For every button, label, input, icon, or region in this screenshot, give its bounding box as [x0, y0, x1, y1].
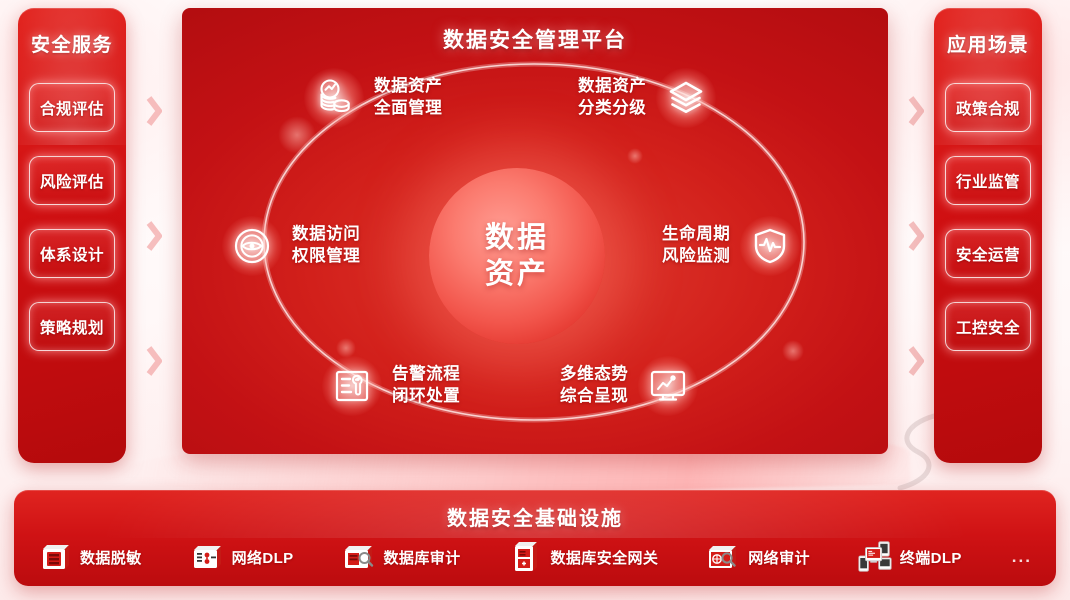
bokeh-dot — [336, 338, 356, 358]
db-gateway-icon — [509, 541, 543, 573]
application-scenarios-title: 应用场景 — [946, 35, 1029, 56]
node-label: 告警流程 闭环处置 — [392, 365, 461, 405]
infra-label: 网络审计 — [748, 549, 810, 567]
node-situation-awareness[interactable]: 多维态势 综合呈现 — [560, 356, 699, 416]
chevron-right-icon — [908, 346, 924, 376]
node-label: 数据资产 全面管理 — [374, 77, 443, 117]
node-asset-management[interactable]: 数据资产 全面管理 — [304, 68, 442, 128]
core-sphere: 数据 资产 — [429, 168, 605, 344]
monitor-chart-icon — [638, 356, 699, 416]
chevron-right-icon — [146, 96, 162, 126]
sidebar-item-industry-supervision[interactable]: 行业监管 — [945, 156, 1031, 205]
endpoint-dlp-icon — [858, 541, 892, 573]
sidebar-item-industrial-control-security[interactable]: 工控安全 — [945, 302, 1031, 351]
chevron-right-icon — [908, 221, 924, 251]
infra-label: 网络DLP — [231, 549, 294, 567]
security-services-title: 安全服务 — [30, 35, 113, 56]
server-mask-icon — [38, 541, 72, 573]
infra-label: 数据库审计 — [383, 549, 461, 567]
right-chevron-group — [902, 96, 930, 376]
doc-wrench-icon — [322, 356, 382, 416]
infra-label: 数据库安全网关 — [550, 549, 659, 567]
node-access-permission[interactable]: 数据访问 权限管理 — [222, 216, 360, 276]
infra-label: 终端DLP — [899, 549, 962, 567]
node-label: 生命周期 风险监测 — [662, 225, 731, 265]
page-background: 安全服务 合规评估 风险评估 体系设计 策略规划 数据安全管理平台 数据 资产 — [0, 0, 1070, 600]
infra-item-database-audit[interactable]: 数据库审计 — [342, 541, 461, 573]
infrastructure-title: 数据安全基础设施 — [447, 508, 623, 530]
security-services-panel: 安全服务 合规评估 风险评估 体系设计 策略规划 — [18, 8, 126, 463]
sidebar-item-risk-assessment[interactable]: 风险评估 — [29, 156, 115, 205]
infrastructure-list: 数据脱敏 网络DLP 数据库审计 数据库安全网关 网络审计 终端DLP ... — [14, 541, 1056, 573]
net-audit-icon — [706, 541, 740, 573]
bokeh-dot — [782, 340, 804, 362]
infrastructure-panel: 数据安全基础设施 数据脱敏 网络DLP 数据库审计 数据库安全网关 网络审计 终… — [14, 490, 1056, 586]
node-lifecycle-risk[interactable]: 生命周期 风险监测 — [662, 216, 801, 276]
chevron-right-icon — [146, 221, 162, 251]
sidebar-item-policy-planning[interactable]: 策略规划 — [29, 302, 115, 351]
chevron-right-icon — [146, 346, 162, 376]
left-chevron-group — [140, 96, 168, 376]
infra-item-endpoint-dlp[interactable]: 终端DLP — [858, 541, 962, 573]
layers-icon — [656, 68, 717, 128]
platform-title: 数据安全管理平台 — [443, 29, 627, 52]
db-audit-icon — [342, 541, 376, 573]
shield-pulse-icon — [740, 216, 801, 276]
node-label: 数据访问 权限管理 — [292, 225, 361, 265]
security-services-list: 合规评估 风险评估 体系设计 策略规划 — [18, 83, 126, 351]
infra-item-data-masking[interactable]: 数据脱敏 — [38, 541, 142, 573]
network-dlp-icon — [190, 541, 224, 573]
core-label: 数据 资产 — [484, 221, 549, 290]
node-asset-classification[interactable]: 数据资产 分类分级 — [578, 68, 717, 128]
application-scenarios-list: 政策合规 行业监管 安全运营 工控安全 — [934, 83, 1042, 351]
chevron-right-icon — [908, 96, 924, 126]
bokeh-dot — [627, 148, 643, 164]
sidebar-item-policy-compliance[interactable]: 政策合规 — [945, 83, 1031, 132]
infra-item-network-audit[interactable]: 网络审计 — [706, 541, 810, 573]
eye-circle-icon — [222, 216, 282, 276]
node-alert-workflow[interactable]: 告警流程 闭环处置 — [322, 356, 460, 416]
sidebar-item-system-design[interactable]: 体系设计 — [29, 229, 115, 278]
sidebar-item-compliance-assessment[interactable]: 合规评估 — [29, 83, 115, 132]
infra-label: 数据脱敏 — [80, 549, 142, 567]
node-label: 数据资产 分类分级 — [578, 77, 647, 117]
node-label: 多维态势 综合呈现 — [560, 365, 629, 405]
application-scenarios-panel: 应用场景 政策合规 行业监管 安全运营 工控安全 — [934, 8, 1042, 463]
coins-stack-icon — [304, 68, 364, 128]
platform-panel: 数据安全管理平台 数据 资产 数据资产 全面管理 数据资产 分类分级 数据访问 … — [182, 8, 888, 454]
infra-more-ellipsis[interactable]: ... — [1010, 547, 1032, 567]
infra-item-database-gateway[interactable]: 数据库安全网关 — [509, 541, 659, 573]
sidebar-item-security-operations[interactable]: 安全运营 — [945, 229, 1031, 278]
infra-item-network-dlp[interactable]: 网络DLP — [190, 541, 294, 573]
